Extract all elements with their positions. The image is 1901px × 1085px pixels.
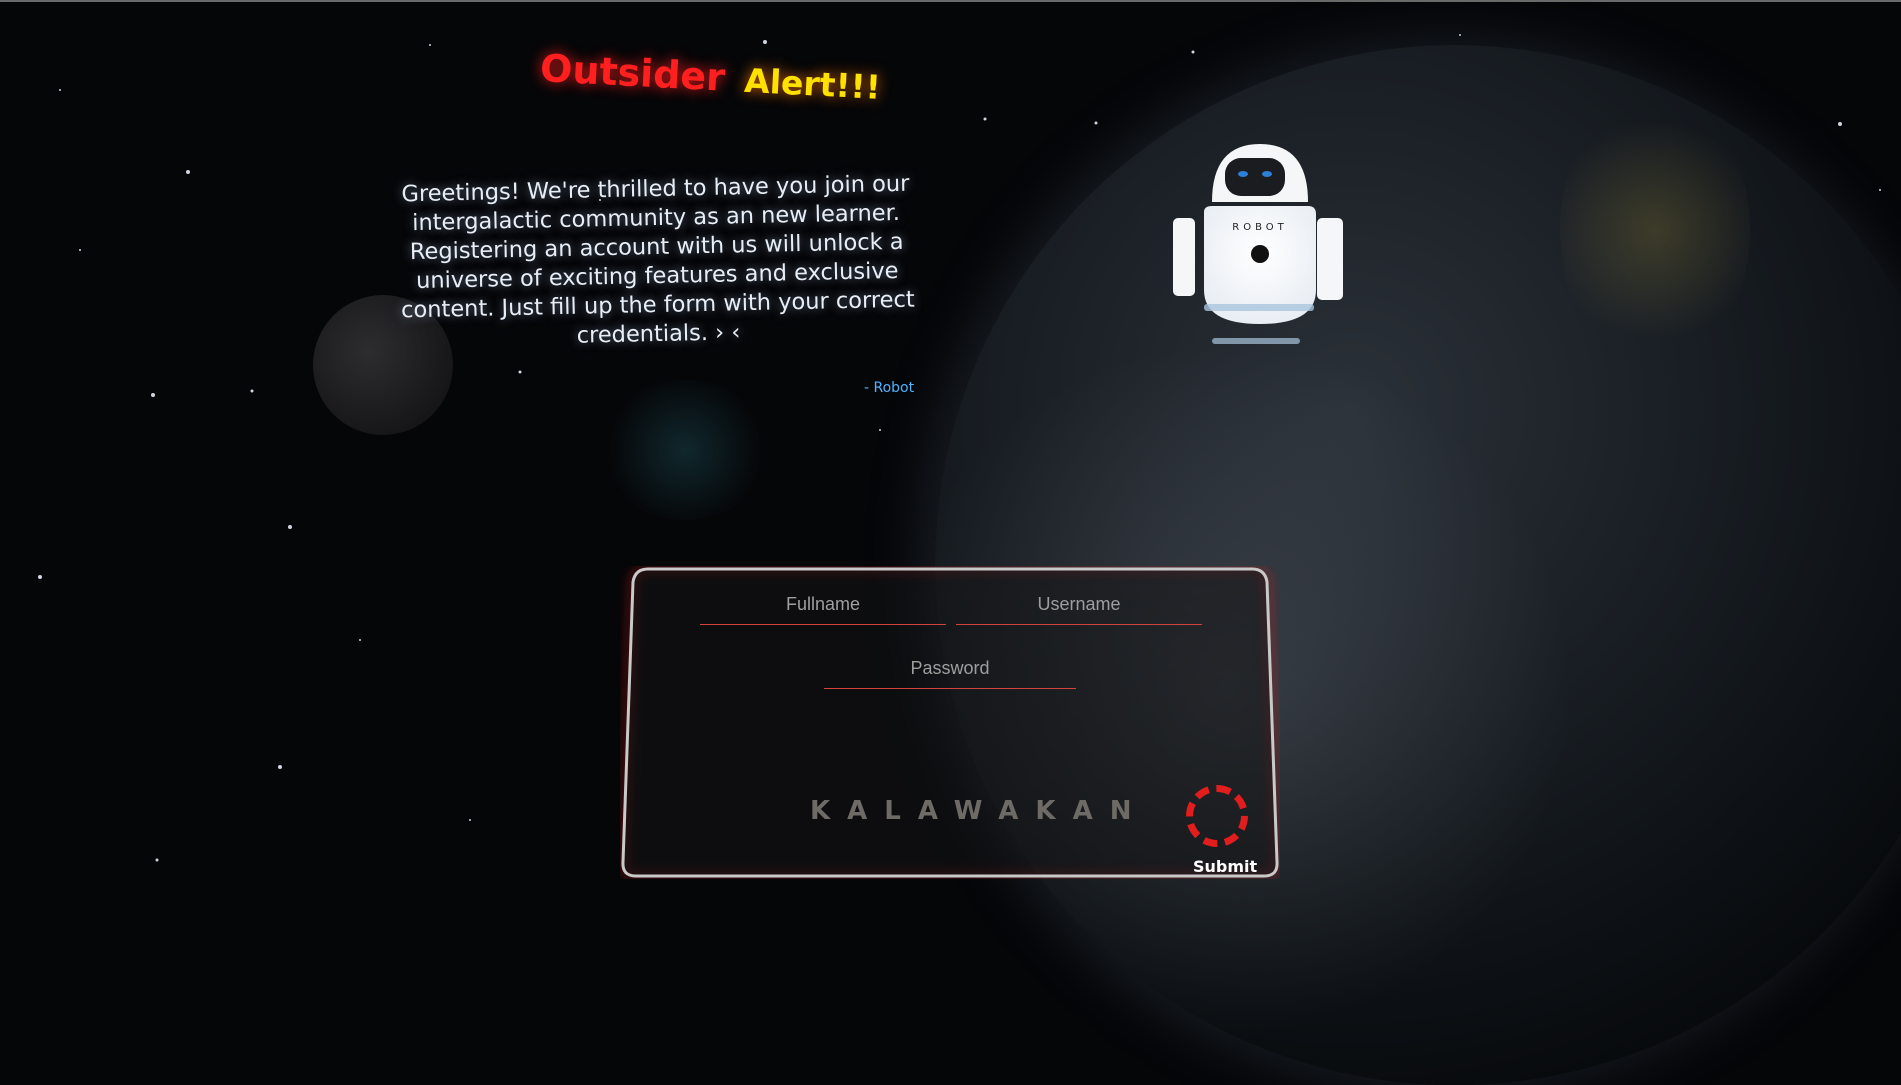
title-word-alert: Alert!!!: [743, 60, 882, 107]
greeting-message: Greetings! We're thrilled to have you jo…: [400, 170, 915, 349]
robot-icon: ROBOT: [1173, 144, 1343, 344]
nebula-glow: [600, 380, 770, 520]
robot-chest-label: ROBOT: [1232, 222, 1287, 233]
fullname-input[interactable]: [700, 590, 946, 625]
submit-label[interactable]: Submit: [1193, 857, 1257, 876]
password-input[interactable]: [824, 654, 1076, 689]
brand-wordmark: KALAWAKAN: [810, 796, 1149, 826]
submit-button[interactable]: [1186, 785, 1248, 847]
username-input[interactable]: [956, 590, 1202, 625]
city-lights-glow: [1560, 90, 1750, 370]
message-signature: - Robot: [864, 380, 915, 396]
